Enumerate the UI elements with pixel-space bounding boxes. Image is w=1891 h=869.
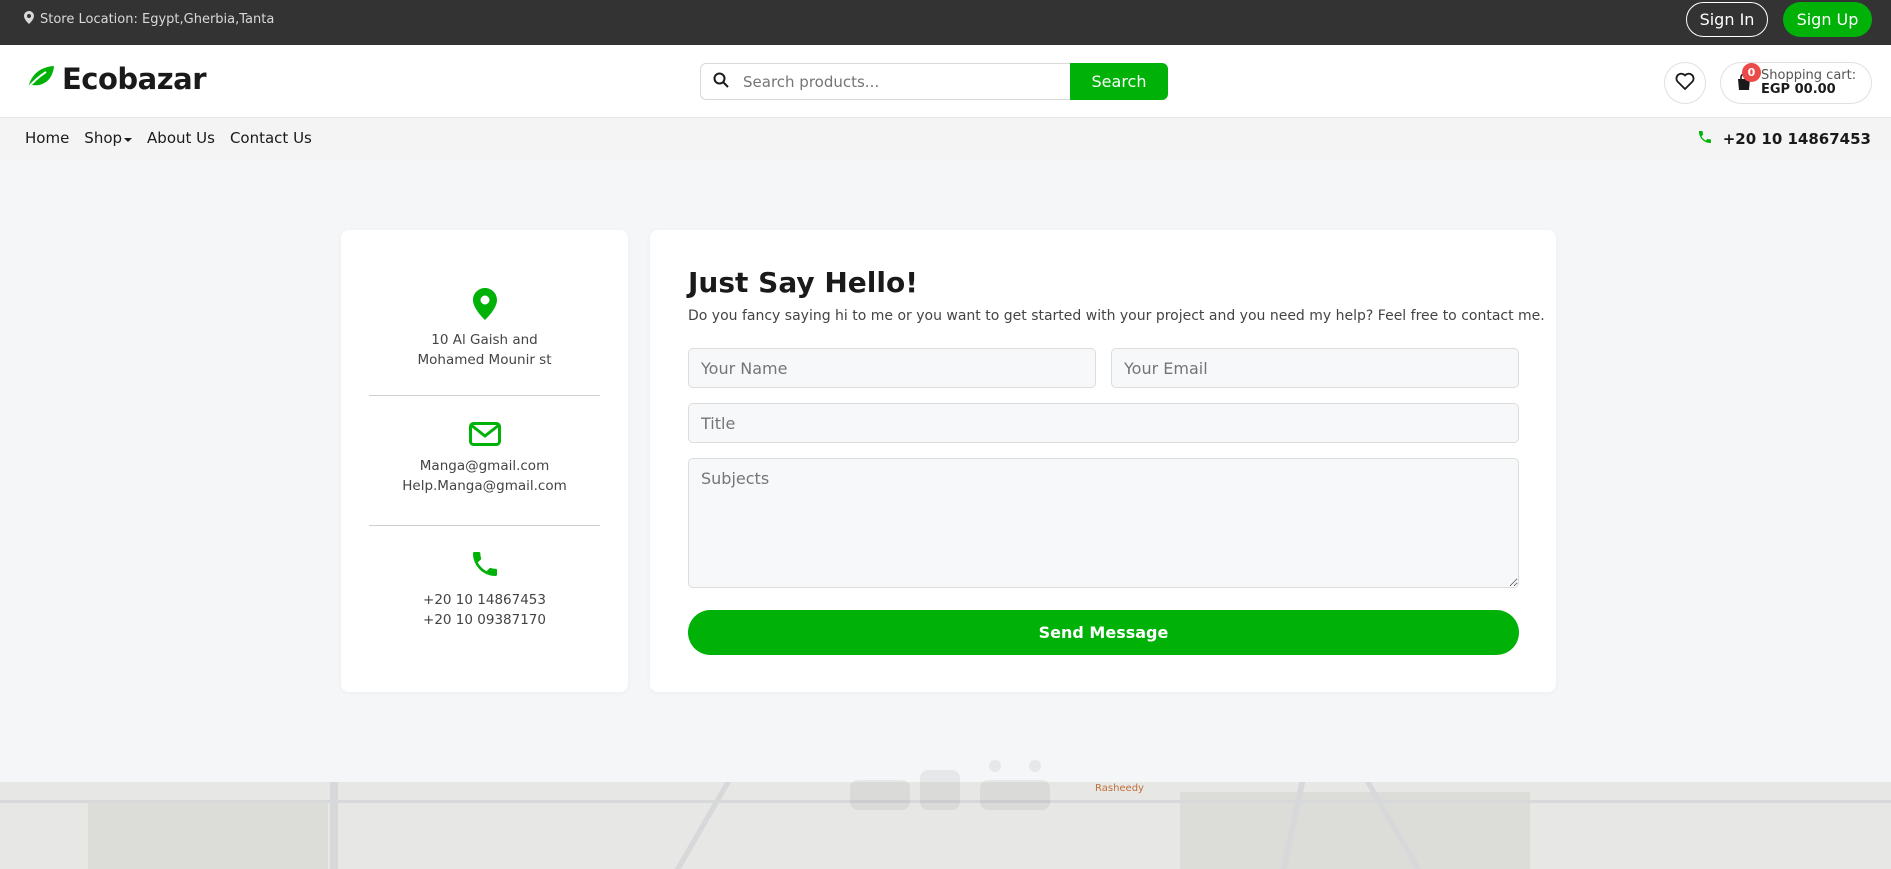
address-block: 10 Al Gaish and Mohamed Mounir st — [369, 288, 600, 370]
search-bar: Search — [700, 63, 1168, 100]
phone-block: +20 10 14867453 +20 10 09387170 — [369, 548, 600, 630]
store-location-text: Store Location: Egypt,Gherbia,Tanta — [40, 12, 275, 27]
watermark-logo-icon — [850, 760, 1050, 810]
email-2[interactable]: Help.Manga@gmail.com — [369, 476, 600, 496]
caret-down-icon — [124, 129, 133, 147]
phone-2[interactable]: +20 10 09387170 — [369, 610, 600, 630]
nav-phone-number: +20 10 14867453 — [1722, 130, 1871, 148]
title-input[interactable] — [688, 403, 1519, 443]
nav-phone[interactable]: +20 10 14867453 — [1697, 129, 1871, 149]
phone-icon — [369, 548, 600, 580]
nav-item-shop[interactable]: Shop — [84, 129, 133, 147]
envelope-icon — [369, 422, 600, 446]
leaf-logo-icon — [24, 63, 56, 95]
sign-up-button[interactable]: Sign Up — [1783, 2, 1872, 37]
cart-total: EGP 00.00 — [1761, 82, 1836, 97]
top-bar: Store Location: Egypt,Gherbia,Tanta Sign… — [0, 0, 1891, 45]
phone-icon — [1697, 129, 1713, 149]
subjects-textarea[interactable] — [688, 458, 1519, 588]
search-field — [700, 63, 1070, 100]
phone-1[interactable]: +20 10 14867453 — [369, 590, 600, 610]
sign-in-button[interactable]: Sign In — [1686, 2, 1768, 37]
nav-item-home[interactable]: Home — [25, 129, 69, 147]
search-button[interactable]: Search — [1070, 63, 1168, 100]
email-1[interactable]: Manga@gmail.com — [369, 456, 600, 476]
map-road — [330, 782, 338, 869]
send-message-button[interactable]: Send Message — [688, 610, 1519, 655]
divider — [369, 525, 600, 526]
address-line-1: 10 Al Gaish and — [431, 332, 538, 348]
heart-icon — [1675, 72, 1695, 94]
location-pin-icon — [369, 288, 600, 320]
search-input[interactable] — [743, 72, 1043, 91]
header: Ecobazar Search 0 Shopping cart: EGP 00.… — [0, 45, 1891, 118]
map-block — [1180, 792, 1530, 869]
map-block — [88, 802, 328, 869]
map-pin-icon — [24, 11, 34, 28]
contact-info-card: 10 Al Gaish and Mohamed Mounir st Manga@… — [341, 230, 628, 692]
map-road — [674, 782, 732, 869]
watermark — [850, 760, 1070, 834]
wishlist-button[interactable] — [1664, 62, 1706, 104]
nav-item-about-us[interactable]: About Us — [147, 129, 215, 147]
name-input[interactable] — [688, 348, 1096, 388]
divider — [369, 395, 600, 396]
nav-item-contact-us[interactable]: Contact Us — [230, 129, 312, 147]
cart-label: Shopping cart: — [1761, 68, 1857, 83]
address-line-2: Mohamed Mounir st — [417, 352, 552, 368]
contact-form-card: Just Say Hello! Do you fancy saying hi t… — [650, 230, 1556, 692]
map-poi-label: Rasheedy — [1095, 783, 1144, 794]
logo[interactable]: Ecobazar — [24, 62, 207, 96]
email-input[interactable] — [1111, 348, 1519, 388]
email-block: Manga@gmail.com Help.Manga@gmail.com — [369, 422, 600, 496]
store-location: Store Location: Egypt,Gherbia,Tanta — [24, 11, 274, 28]
cart-count-badge: 0 — [1742, 63, 1761, 82]
shopping-cart-button[interactable]: 0 Shopping cart: EGP 00.00 — [1720, 62, 1872, 104]
search-icon — [713, 72, 729, 92]
logo-text: Ecobazar — [62, 62, 207, 96]
main-nav: Home Shop About Us Contact Us +20 10 148… — [0, 118, 1891, 160]
form-title: Just Say Hello! — [688, 266, 918, 299]
form-subtitle: Do you fancy saying hi to me or you want… — [688, 308, 1545, 324]
